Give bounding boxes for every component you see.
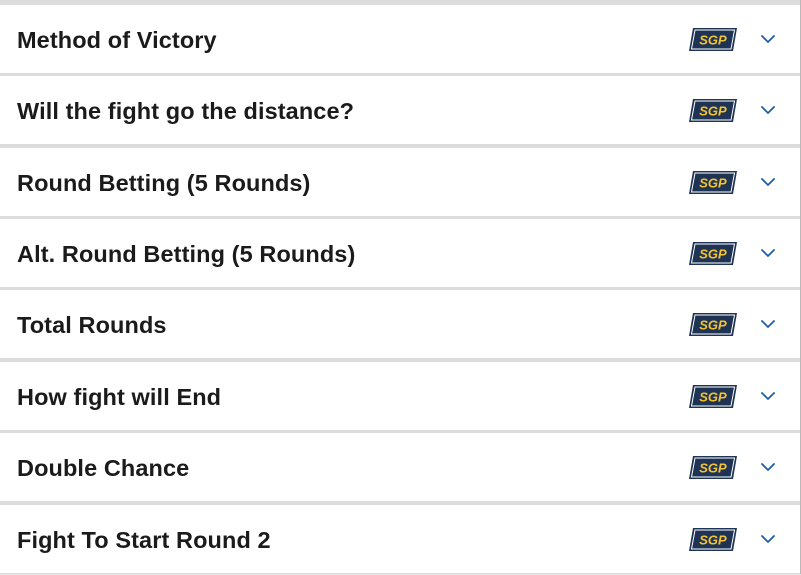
market-title: Fight To Start Round 2: [17, 527, 271, 553]
chevron-down-icon[interactable]: [758, 100, 778, 120]
market-row-fight-to-start-round-2[interactable]: Fight To Start Round 2 SGP: [0, 505, 800, 573]
sgp-badge: SGP: [688, 170, 738, 195]
market-row-total-rounds[interactable]: Total Rounds SGP: [0, 290, 800, 358]
market-row-double-chance[interactable]: Double Chance SGP: [0, 433, 800, 501]
chevron-down-icon[interactable]: [758, 243, 778, 263]
market-list: Method of Victory SGP Will the fight go …: [0, 0, 801, 574]
sgp-badge: SGP: [688, 241, 738, 266]
sgp-badge-label: SGP: [699, 390, 727, 405]
market-title: Alt. Round Betting (5 Rounds): [17, 241, 356, 267]
chevron-down-icon[interactable]: [758, 314, 778, 334]
chevron-down-icon[interactable]: [758, 29, 778, 49]
chevron-down-icon[interactable]: [758, 457, 778, 477]
market-title: Round Betting (5 Rounds): [17, 170, 311, 196]
sgp-badge: SGP: [688, 384, 738, 409]
sgp-badge-label: SGP: [699, 176, 727, 191]
sgp-badge-label: SGP: [699, 533, 727, 548]
chevron-down-icon[interactable]: [758, 529, 778, 549]
market-title: Double Chance: [17, 455, 190, 481]
market-title: Will the fight go the distance?: [17, 98, 355, 124]
chevron-down-icon[interactable]: [758, 386, 778, 406]
market-row-how-fight-will-end[interactable]: How fight will End SGP: [0, 362, 800, 430]
market-title: Total Rounds: [17, 312, 167, 338]
sgp-badge-label: SGP: [699, 318, 727, 333]
market-row-alt-round-betting[interactable]: Alt. Round Betting (5 Rounds) SGP: [0, 219, 800, 287]
sgp-badge-label: SGP: [699, 247, 727, 262]
sgp-badge-label: SGP: [699, 104, 727, 119]
market-row-method-of-victory[interactable]: Method of Victory SGP: [0, 5, 800, 73]
market-title: How fight will End: [17, 384, 222, 410]
sgp-badge: SGP: [688, 27, 738, 52]
sgp-badge: SGP: [688, 98, 738, 123]
market-title: Method of Victory: [17, 27, 217, 53]
sgp-badge: SGP: [688, 527, 738, 552]
market-row-round-betting[interactable]: Round Betting (5 Rounds) SGP: [0, 148, 800, 216]
sgp-badge-label: SGP: [699, 461, 727, 476]
market-row-go-the-distance[interactable]: Will the fight go the distance? SGP: [0, 76, 800, 144]
sgp-badge-label: SGP: [699, 33, 727, 48]
chevron-down-icon[interactable]: [758, 172, 778, 192]
sgp-badge: SGP: [688, 455, 738, 480]
sgp-badge: SGP: [688, 312, 738, 337]
